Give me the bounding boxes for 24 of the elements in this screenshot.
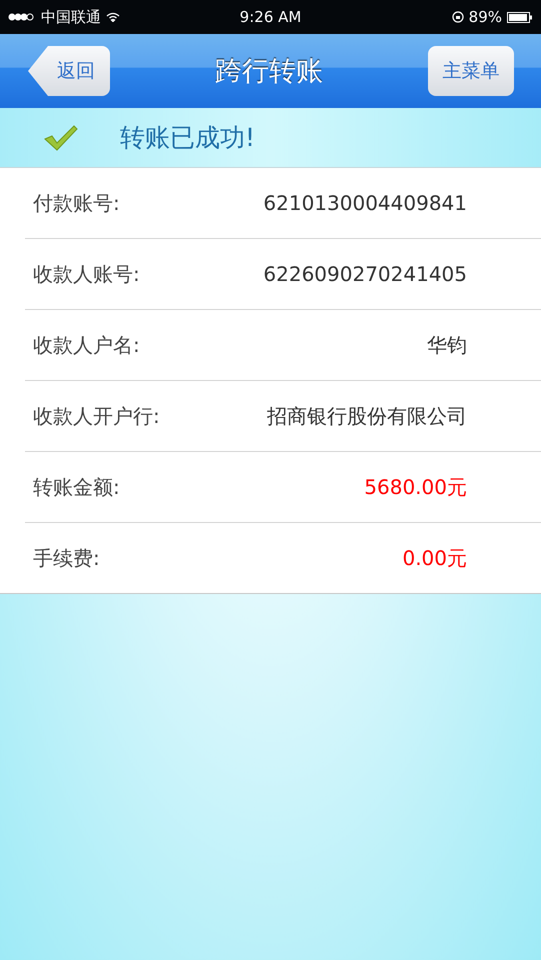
field-value: 0.00元 xyxy=(402,544,467,572)
signal-icon xyxy=(8,13,36,21)
field-value: 华钧 xyxy=(427,332,467,358)
field-value: 6210130004409841 xyxy=(263,191,467,215)
field-label: 转账金额: xyxy=(33,474,120,500)
rotation-lock-icon xyxy=(452,11,464,23)
field-value: 6226090270241405 xyxy=(263,262,467,286)
field-label: 收款人户名: xyxy=(33,332,140,358)
checkmark-icon xyxy=(44,124,78,152)
page-title: 跨行转账 xyxy=(215,55,323,89)
success-message: 转账已成功! xyxy=(120,122,256,154)
field-value: 招商银行股份有限公司 xyxy=(267,402,467,430)
main-menu-button[interactable]: 主菜单 xyxy=(428,46,514,96)
field-label: 收款人账号: xyxy=(33,260,140,288)
field-label: 付款账号: xyxy=(33,190,120,216)
battery-percent: 89% xyxy=(468,8,502,26)
clock-time: 9:26 AM xyxy=(240,8,302,26)
field-value: 5680.00元 xyxy=(364,474,467,500)
battery-icon xyxy=(507,12,533,22)
wifi-icon xyxy=(106,12,120,22)
field-label: 收款人开户行: xyxy=(33,402,160,430)
back-button[interactable]: 返回 xyxy=(28,46,110,96)
carrier-name: 中国联通 xyxy=(41,8,101,26)
field-label: 手续费: xyxy=(33,544,100,572)
